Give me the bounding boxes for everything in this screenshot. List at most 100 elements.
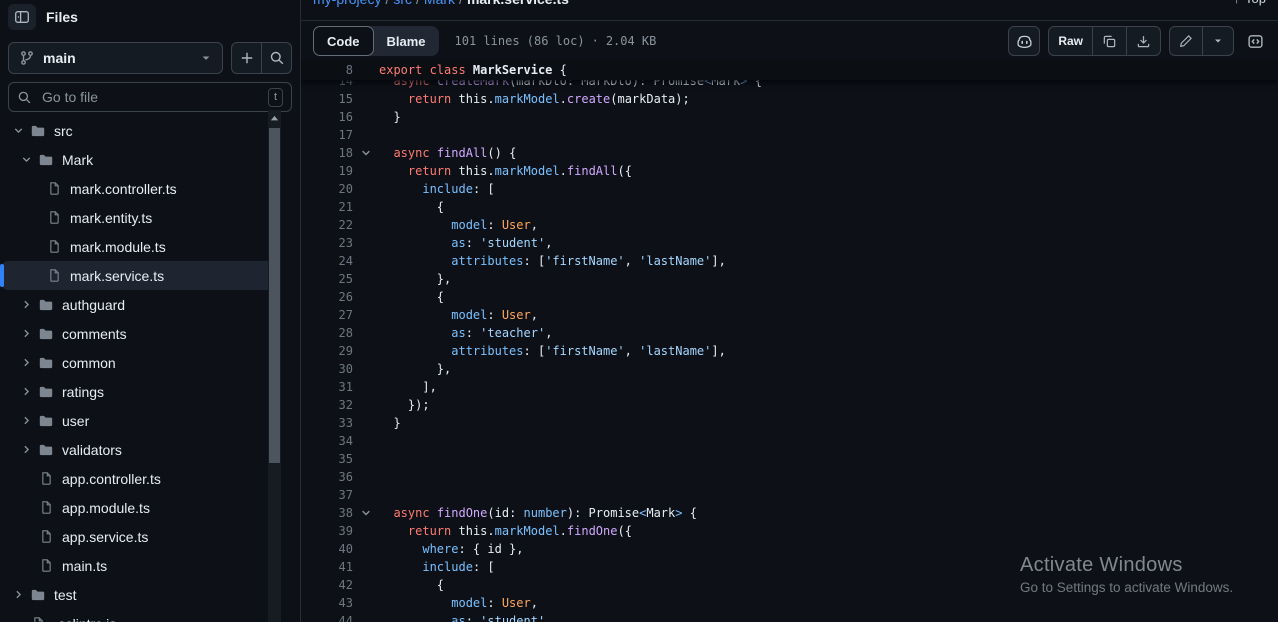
scrollbar-up-arrow-icon[interactable] bbox=[269, 113, 280, 124]
back-to-top-link[interactable]: ↑ Top bbox=[1234, 0, 1266, 6]
line-number[interactable]: 26 bbox=[301, 290, 353, 304]
tree-item-user[interactable]: user bbox=[2, 406, 272, 435]
breadcrumb-segment-link[interactable]: src bbox=[393, 0, 412, 7]
code-line-17: 17 bbox=[301, 126, 1278, 144]
go-to-file-box[interactable]: t bbox=[8, 82, 292, 112]
tree-item-label: user bbox=[62, 413, 89, 429]
copilot-button[interactable] bbox=[1008, 26, 1040, 56]
tree-item-common[interactable]: common bbox=[2, 348, 272, 377]
tree-item-app.service.ts[interactable]: app.service.ts bbox=[2, 522, 272, 551]
collapse-file-tree-button[interactable] bbox=[8, 4, 36, 30]
tree-item-.eslintrc.js[interactable]: .eslintrc.js bbox=[2, 609, 272, 622]
raw-button[interactable]: Raw bbox=[1049, 27, 1092, 55]
tree-item-app.controller.ts[interactable]: app.controller.ts bbox=[2, 464, 272, 493]
line-number[interactable]: 17 bbox=[301, 128, 353, 142]
tree-item-ratings[interactable]: ratings bbox=[2, 377, 272, 406]
tree-item-test[interactable]: test bbox=[2, 580, 272, 609]
tree-item-label: test bbox=[54, 587, 77, 603]
line-number[interactable]: 31 bbox=[301, 380, 353, 394]
file-meta: 101 lines (86 loc) · 2.04 KB bbox=[455, 34, 657, 48]
download-button[interactable] bbox=[1126, 27, 1160, 55]
tab-blame[interactable]: Blame bbox=[374, 26, 439, 56]
fold-chevron-icon[interactable] bbox=[353, 147, 379, 159]
line-number[interactable]: 15 bbox=[301, 92, 353, 106]
line-number[interactable]: 36 bbox=[301, 470, 353, 484]
line-number[interactable]: 8 bbox=[301, 63, 353, 77]
line-number[interactable]: 20 bbox=[301, 182, 353, 196]
tree-item-main.ts[interactable]: main.ts bbox=[2, 551, 272, 580]
line-number[interactable]: 16 bbox=[301, 110, 353, 124]
copy-raw-button[interactable] bbox=[1092, 27, 1126, 55]
edit-file-button[interactable] bbox=[1170, 27, 1202, 55]
breadcrumb-current-file: mark.service.ts bbox=[467, 0, 569, 7]
code-line-16: 16 } bbox=[301, 108, 1278, 126]
chevron-down-icon bbox=[18, 153, 34, 166]
tree-item-comments[interactable]: comments bbox=[2, 319, 272, 348]
tree-item-label: mark.module.ts bbox=[70, 239, 166, 255]
tree-item-app.module.ts[interactable]: app.module.ts bbox=[2, 493, 272, 522]
code-line-43: 43 model: User, bbox=[301, 594, 1278, 612]
raw-copy-download-group: Raw bbox=[1048, 26, 1161, 56]
git-branch-icon bbox=[19, 50, 35, 66]
line-number[interactable]: 42 bbox=[301, 578, 353, 592]
tree-item-mark[interactable]: Mark bbox=[2, 145, 272, 174]
line-number[interactable]: 29 bbox=[301, 344, 353, 358]
folder-icon bbox=[30, 587, 46, 603]
tree-item-mark.service.ts[interactable]: mark.service.ts bbox=[2, 261, 272, 290]
line-number[interactable]: 24 bbox=[301, 254, 353, 268]
line-number[interactable]: 21 bbox=[301, 200, 353, 214]
line-number[interactable]: 44 bbox=[301, 614, 353, 622]
line-number[interactable]: 19 bbox=[301, 164, 353, 178]
tree-item-validators[interactable]: validators bbox=[2, 435, 272, 464]
search-icon bbox=[17, 90, 32, 105]
line-number[interactable]: 38 bbox=[301, 506, 353, 520]
tree-item-label: src bbox=[54, 123, 73, 139]
chevron-right-icon bbox=[18, 414, 34, 427]
fold-chevron-icon[interactable] bbox=[353, 507, 379, 519]
line-number[interactable]: 27 bbox=[301, 308, 353, 322]
line-number[interactable]: 33 bbox=[301, 416, 353, 430]
code-line-34: 34 bbox=[301, 432, 1278, 450]
code-content: 8export class MarkService { 14 async cre… bbox=[301, 60, 1278, 622]
line-number[interactable]: 40 bbox=[301, 542, 353, 556]
line-number[interactable]: 25 bbox=[301, 272, 353, 286]
tree-item-src[interactable]: src bbox=[2, 116, 272, 145]
line-number[interactable]: 23 bbox=[301, 236, 353, 250]
branch-selector[interactable]: main bbox=[8, 42, 223, 74]
file-icon bbox=[38, 529, 54, 544]
edit-dropdown-button[interactable] bbox=[1202, 27, 1233, 55]
line-number[interactable]: 41 bbox=[301, 560, 353, 574]
tree-item-mark.controller.ts[interactable]: mark.controller.ts bbox=[2, 174, 272, 203]
tree-item-label: comments bbox=[62, 326, 127, 342]
code-line-18: 18 async findAll() { bbox=[301, 144, 1278, 162]
go-to-file-input[interactable] bbox=[40, 88, 260, 106]
breadcrumb-repo-link[interactable]: my-projecy bbox=[313, 0, 381, 7]
line-number[interactable]: 14 bbox=[301, 80, 353, 88]
tree-scrollbar[interactable] bbox=[268, 110, 281, 622]
line-number[interactable]: 18 bbox=[301, 146, 353, 160]
tree-item-mark.module.ts[interactable]: mark.module.ts bbox=[2, 232, 272, 261]
breadcrumb-separator: / bbox=[381, 0, 393, 7]
line-number[interactable]: 43 bbox=[301, 596, 353, 610]
tree-item-label: mark.service.ts bbox=[70, 268, 164, 284]
line-number[interactable]: 30 bbox=[301, 362, 353, 376]
line-number[interactable]: 28 bbox=[301, 326, 353, 340]
line-number[interactable]: 39 bbox=[301, 524, 353, 538]
code-line-21: 21 { bbox=[301, 198, 1278, 216]
current-branch-name: main bbox=[43, 50, 192, 66]
symbols-panel-button[interactable] bbox=[1244, 30, 1266, 52]
line-number[interactable]: 34 bbox=[301, 434, 353, 448]
tree-item-mark.entity.ts[interactable]: mark.entity.ts bbox=[2, 203, 272, 232]
line-number[interactable]: 22 bbox=[301, 218, 353, 232]
shortcut-key-badge: t bbox=[268, 88, 283, 107]
new-file-button[interactable] bbox=[232, 43, 261, 73]
line-number[interactable]: 37 bbox=[301, 488, 353, 502]
breadcrumb-segment-link[interactable]: Mark bbox=[424, 0, 455, 7]
tree-item-authguard[interactable]: authguard bbox=[2, 290, 272, 319]
line-number[interactable]: 32 bbox=[301, 398, 353, 412]
tab-code[interactable]: Code bbox=[313, 26, 374, 56]
scrollbar-thumb[interactable] bbox=[269, 128, 280, 463]
search-tree-button[interactable] bbox=[261, 43, 291, 73]
line-number[interactable]: 35 bbox=[301, 452, 353, 466]
edit-group bbox=[1169, 26, 1234, 56]
